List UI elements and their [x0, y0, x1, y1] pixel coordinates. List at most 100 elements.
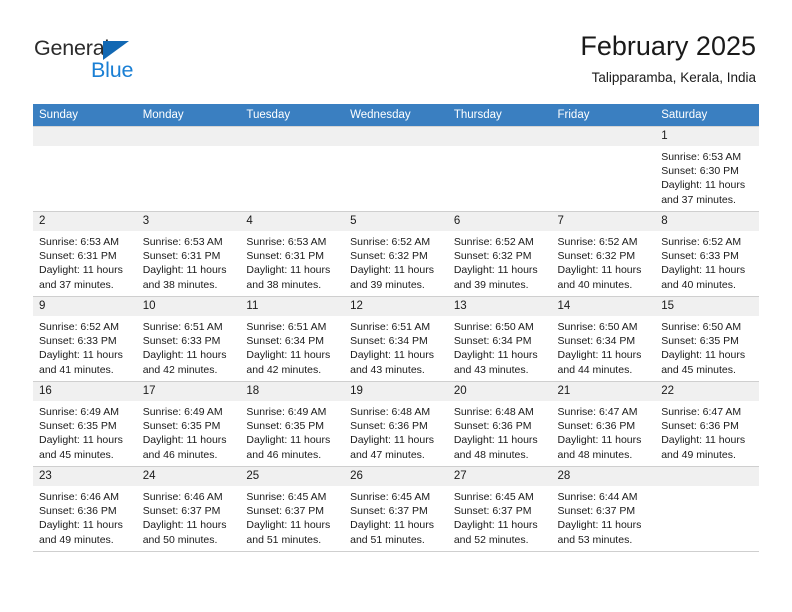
day-number: 11 [240, 297, 345, 316]
calendar-day-cell[interactable]: 14 Sunrise: 6:50 AM Sunset: 6:34 PM Dayligh… [551, 296, 656, 382]
calendar-day-cell[interactable]: 3 Sunrise: 6:53 AM Sunset: 6:31 PM Daylight… [136, 211, 241, 297]
day-sun-info: Sunrise: 6:48 AM Sunset: 6:36 PM Daylight:… [344, 401, 448, 466]
calendar-day-cell[interactable]: 15 Sunrise: 6:50 AM Sunset: 6:35 PM Dayligh… [655, 296, 759, 382]
daylight-text: Daylight: 11 hours and 43 minutes. [453, 349, 538, 376]
calendar-day-cell[interactable]: 5 Sunrise: 6:52 AM Sunset: 6:32 PM Daylight… [344, 211, 448, 297]
calendar-day-cell[interactable]: 17 Sunrise: 6:49 AM Sunset: 6:35 PM Dayligh… [136, 381, 241, 467]
day-number: 1 [655, 127, 759, 146]
calendar-day-cell[interactable]: 10 Sunrise: 6:51 AM Sunset: 6:33 PM Dayligh… [136, 296, 241, 382]
calendar-week-row: 9 Sunrise: 6:52 AM Sunset: 6:33 PM Daylight… [33, 296, 759, 382]
daylight-text: Daylight: 11 hours and 39 minutes. [453, 264, 538, 291]
daylight-text: Daylight: 11 hours and 51 minutes. [350, 519, 434, 546]
sunset-text: Sunset: 6:32 PM [350, 250, 428, 263]
calendar-day-cell[interactable]: 1 Sunrise: 6:53 AM Sunset: 6:30 PM Daylight… [655, 126, 759, 212]
sunset-text: Sunset: 6:31 PM [39, 250, 117, 263]
day-sun-info: Sunrise: 6:52 AM Sunset: 6:33 PM Daylight:… [33, 316, 137, 381]
calendar-day-cell[interactable]: 13 Sunrise: 6:50 AM Sunset: 6:34 PM Dayligh… [447, 296, 552, 382]
sunset-text: Sunset: 6:31 PM [142, 250, 221, 263]
day-number: 8 [655, 212, 759, 231]
day-sun-info: Sunrise: 6:53 AM Sunset: 6:31 PM Daylight:… [137, 231, 241, 296]
day-sun-info: Sunrise: 6:51 AM Sunset: 6:34 PM Daylight:… [344, 316, 448, 381]
day-sun-info: Sunrise: 6:45 AM Sunset: 6:37 PM Daylight:… [448, 486, 552, 551]
day-number: 17 [136, 382, 241, 401]
day-sun-info: Sunrise: 6:49 AM Sunset: 6:35 PM Daylight:… [33, 401, 137, 466]
day-number: 7 [551, 212, 656, 231]
daylight-text: Daylight: 11 hours and 37 minutes. [661, 179, 746, 206]
daylight-text: Daylight: 11 hours and 45 minutes. [39, 434, 123, 461]
sunrise-text: Sunrise: 6:45 AM [453, 491, 534, 503]
day-number: 19 [344, 382, 448, 401]
calendar-page: General Blue February 2025 Talipparamba,… [0, 0, 792, 612]
day-sun-info: Sunrise: 6:52 AM Sunset: 6:32 PM Daylight:… [344, 231, 448, 296]
day-number: 14 [551, 297, 656, 316]
calendar-day-cell[interactable]: 24 Sunrise: 6:46 AM Sunset: 6:37 PM Dayligh… [136, 466, 241, 552]
day-number [344, 127, 448, 146]
daylight-text: Daylight: 11 hours and 49 minutes. [39, 519, 123, 546]
day-number: 12 [344, 297, 448, 316]
calendar-day-cell[interactable]: 19 Sunrise: 6:48 AM Sunset: 6:36 PM Dayligh… [344, 381, 448, 467]
calendar-day-cell[interactable]: 11 Sunrise: 6:51 AM Sunset: 6:34 PM Dayligh… [240, 296, 345, 382]
calendar-day-cell[interactable]: 26 Sunrise: 6:45 AM Sunset: 6:37 PM Dayligh… [344, 466, 448, 552]
calendar-day-cell[interactable]: 18 Sunrise: 6:49 AM Sunset: 6:35 PM Dayligh… [240, 381, 345, 467]
sunset-text: Sunset: 6:32 PM [557, 250, 636, 263]
sunrise-text: Sunrise: 6:49 AM [246, 406, 327, 418]
day-sun-info: Sunrise: 6:50 AM Sunset: 6:35 PM Daylight:… [655, 316, 759, 381]
calendar-day-cell[interactable]: 20 Sunrise: 6:48 AM Sunset: 6:36 PM Dayligh… [447, 381, 552, 467]
calendar-day-cell[interactable]: 28 Sunrise: 6:44 AM Sunset: 6:37 PM Dayligh… [551, 466, 656, 552]
day-number: 13 [447, 297, 552, 316]
calendar-day-cell[interactable]: 7 Sunrise: 6:52 AM Sunset: 6:32 PM Daylight… [551, 211, 656, 297]
calendar-day-cell[interactable]: 22 Sunrise: 6:47 AM Sunset: 6:36 PM Dayligh… [655, 381, 759, 467]
logo-text-blue: Blue [91, 58, 134, 82]
day-sun-info: Sunrise: 6:46 AM Sunset: 6:36 PM Daylight:… [33, 486, 137, 551]
calendar-day-cell[interactable]: 16 Sunrise: 6:49 AM Sunset: 6:35 PM Dayligh… [33, 381, 137, 467]
day-sun-info: Sunrise: 6:53 AM Sunset: 6:30 PM Daylight:… [655, 146, 759, 211]
daylight-text: Daylight: 11 hours and 46 minutes. [246, 434, 331, 461]
daylight-text: Daylight: 11 hours and 41 minutes. [39, 349, 123, 376]
calendar-day-cell-empty [447, 126, 552, 212]
day-number [655, 467, 759, 486]
calendar-day-cell[interactable]: 23 Sunrise: 6:46 AM Sunset: 6:36 PM Dayligh… [33, 466, 137, 552]
calendar-day-cell-empty [33, 126, 137, 212]
sunrise-text: Sunrise: 6:48 AM [453, 406, 534, 418]
calendar-day-cell[interactable]: 2 Sunrise: 6:53 AM Sunset: 6:31 PM Daylight… [33, 211, 137, 297]
day-number: 21 [551, 382, 656, 401]
calendar-day-cell[interactable]: 9 Sunrise: 6:52 AM Sunset: 6:33 PM Daylight… [33, 296, 137, 382]
calendar-day-cell[interactable]: 12 Sunrise: 6:51 AM Sunset: 6:34 PM Dayligh… [344, 296, 448, 382]
daylight-text: Daylight: 11 hours and 37 minutes. [39, 264, 123, 291]
calendar-day-cell[interactable]: 8 Sunrise: 6:52 AM Sunset: 6:33 PM Daylight… [655, 211, 759, 297]
sunrise-text: Sunrise: 6:52 AM [39, 321, 119, 333]
day-sun-info: Sunrise: 6:52 AM Sunset: 6:32 PM Daylight:… [552, 231, 656, 296]
day-sun-info: Sunrise: 6:52 AM Sunset: 6:32 PM Daylight:… [448, 231, 552, 296]
sunset-text: Sunset: 6:37 PM [557, 505, 636, 518]
sunset-text: Sunset: 6:37 PM [246, 505, 325, 518]
page-title: February 2025 [580, 31, 756, 61]
daylight-text: Daylight: 11 hours and 45 minutes. [661, 349, 746, 376]
weekday-header-saturday: Saturday [655, 104, 759, 127]
daylight-text: Daylight: 11 hours and 40 minutes. [557, 264, 642, 291]
day-number: 25 [240, 467, 345, 486]
calendar-day-cell[interactable]: 25 Sunrise: 6:45 AM Sunset: 6:37 PM Dayligh… [240, 466, 345, 552]
day-number [33, 127, 137, 146]
calendar-body: 1 Sunrise: 6:53 AM Sunset: 6:30 PM Daylight… [33, 126, 759, 552]
calendar-day-cell[interactable]: 4 Sunrise: 6:53 AM Sunset: 6:31 PM Daylight… [240, 211, 345, 297]
sunrise-text: Sunrise: 6:49 AM [142, 406, 223, 418]
weekday-header-thursday: Thursday [447, 104, 552, 127]
day-number [136, 127, 241, 146]
sunset-text: Sunset: 6:35 PM [661, 335, 739, 348]
sunrise-text: Sunrise: 6:50 AM [453, 321, 534, 333]
day-sun-info: Sunrise: 6:45 AM Sunset: 6:37 PM Daylight:… [240, 486, 344, 551]
calendar-day-cell[interactable]: 27 Sunrise: 6:45 AM Sunset: 6:37 PM Dayligh… [447, 466, 552, 552]
calendar-day-cell[interactable]: 6 Sunrise: 6:52 AM Sunset: 6:32 PM Daylight… [447, 211, 552, 297]
daylight-text: Daylight: 11 hours and 51 minutes. [246, 519, 331, 546]
sunrise-text: Sunrise: 6:45 AM [246, 491, 327, 503]
calendar-grid: Sunday Monday Tuesday Wednesday Thursday… [33, 104, 759, 552]
weekday-header-sunday: Sunday [33, 104, 137, 127]
day-sun-info: Sunrise: 6:52 AM Sunset: 6:33 PM Daylight:… [655, 231, 759, 296]
day-number: 16 [33, 382, 137, 401]
daylight-text: Daylight: 11 hours and 52 minutes. [453, 519, 538, 546]
sunset-text: Sunset: 6:37 PM [453, 505, 532, 518]
daylight-text: Daylight: 11 hours and 50 minutes. [142, 519, 227, 546]
calendar-day-cell[interactable]: 21 Sunrise: 6:47 AM Sunset: 6:36 PM Dayligh… [551, 381, 656, 467]
sunset-text: Sunset: 6:35 PM [246, 420, 325, 433]
day-number: 15 [655, 297, 759, 316]
